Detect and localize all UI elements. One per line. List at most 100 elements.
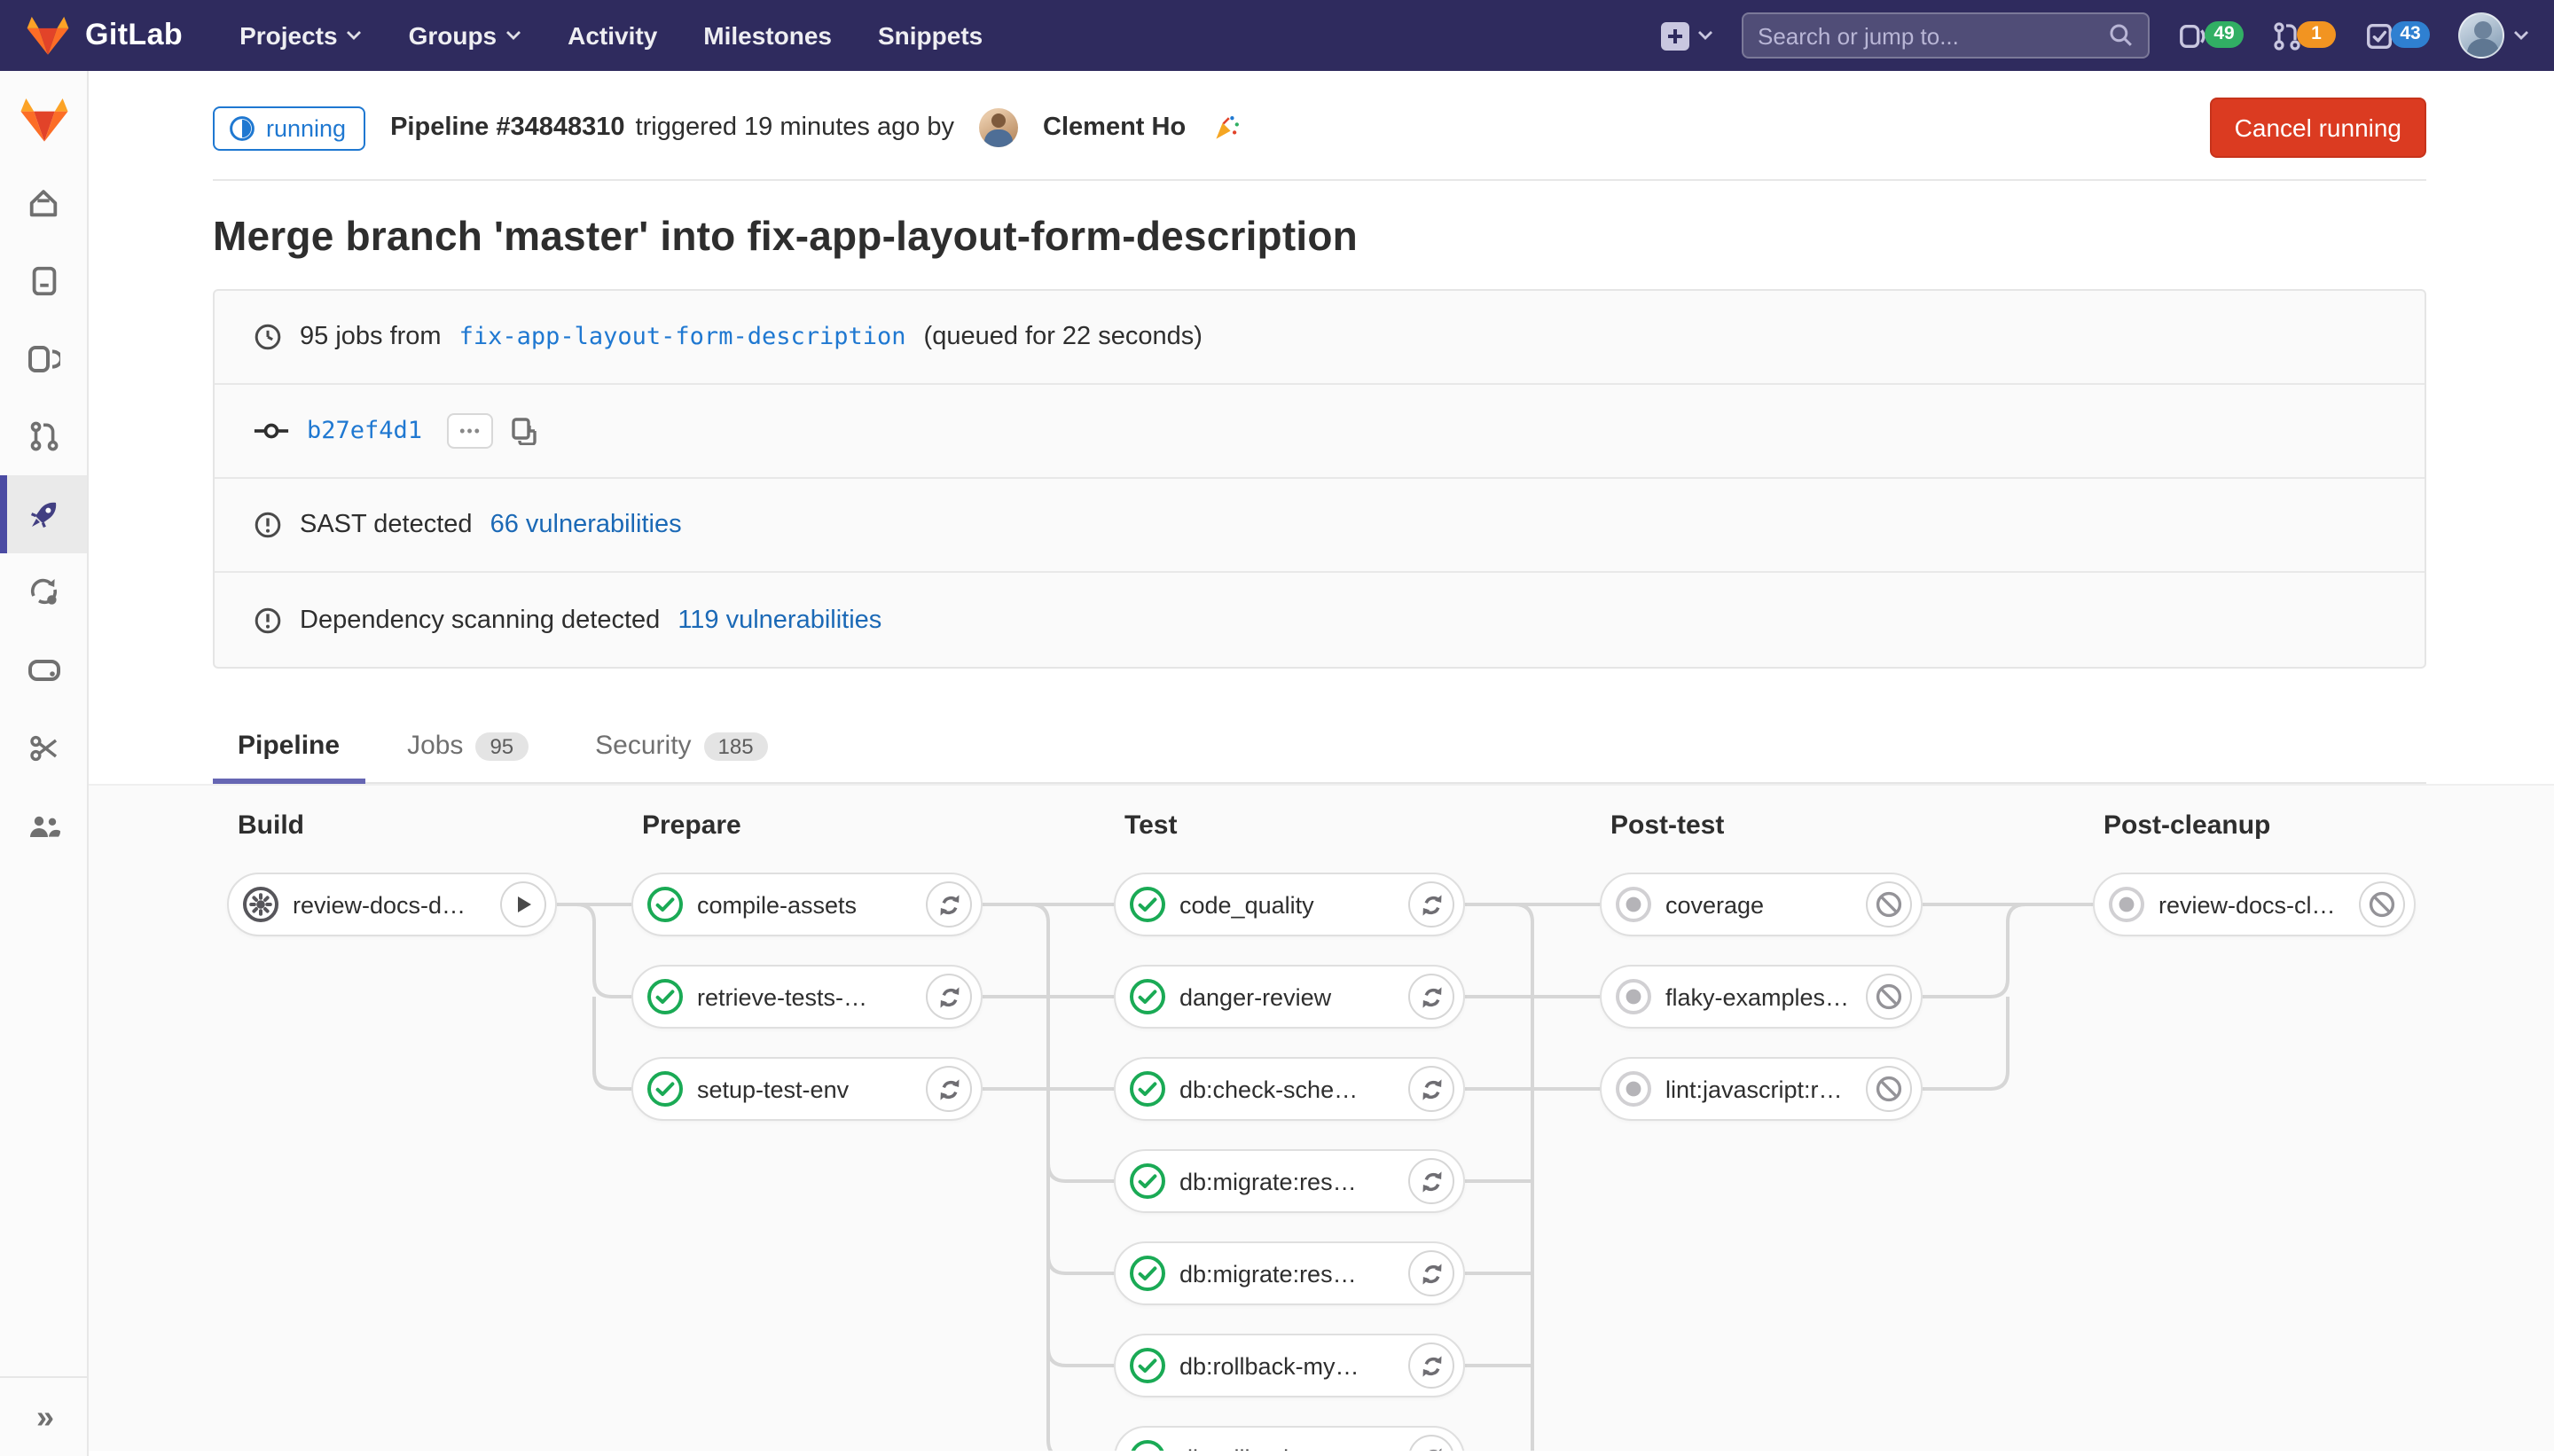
job-pill[interactable]: retrieve-tests-… (631, 965, 983, 1029)
tab-jobs[interactable]: Jobs 95 (382, 715, 552, 782)
job-pill[interactable]: db:migrate:res… (1114, 1149, 1465, 1213)
cancel-running-button[interactable]: Cancel running (2210, 98, 2426, 158)
job-label: db:check-sche… (1179, 1076, 1396, 1102)
job-pill[interactable]: code_quality (1114, 873, 1465, 936)
job-pill[interactable]: danger-review (1114, 965, 1465, 1029)
job-action (1408, 1066, 1454, 1112)
chevron-down-icon (347, 30, 363, 41)
rocket-icon (26, 497, 61, 532)
job-label: retrieve-tests-… (697, 983, 913, 1010)
retry-job-button[interactable] (1408, 1342, 1454, 1389)
status-success-icon (646, 977, 685, 1016)
nav-item-projects[interactable]: Projects (239, 21, 363, 50)
job-label: lint:javascript:r… (1665, 1076, 1853, 1102)
retry-job-button[interactable] (926, 881, 972, 928)
job-pill[interactable]: review-docs-cl… (2093, 873, 2416, 936)
project-sidebar: » (0, 71, 89, 1456)
pipeline-meta: Pipeline #34848310 triggered 19 minutes … (390, 114, 954, 142)
branch-link[interactable]: fix-app-layout-form-description (459, 323, 906, 351)
job-action (2359, 881, 2405, 928)
sidebar-item-registry[interactable] (0, 631, 87, 709)
gitlab-pipeline-page: GitLab Projects Groups Activity Mileston… (0, 0, 2554, 1456)
retry-job-button[interactable] (1408, 1250, 1454, 1296)
pipeline-tabs: Pipeline Jobs 95 Security 185 (213, 715, 2426, 784)
job-action (1408, 1250, 1454, 1296)
job-pill[interactable]: db:check-sche… (1114, 1057, 1465, 1121)
commit-sha-link[interactable]: b27ef4d1 (307, 417, 422, 445)
sidebar-item-issues[interactable] (0, 319, 87, 397)
status-manual-gear-icon (241, 885, 280, 924)
sidebar-item-merge-requests[interactable] (0, 397, 87, 475)
job-pill[interactable]: setup-test-env (631, 1057, 983, 1121)
sast-vulnerabilities-link[interactable]: 66 vulnerabilities (490, 511, 682, 539)
status-success-icon (646, 1069, 685, 1108)
cancel-job-button[interactable] (2359, 881, 2405, 928)
sidebar-collapse-button[interactable]: » (0, 1376, 87, 1456)
search-input[interactable] (1758, 22, 2109, 49)
cancel-job-button[interactable] (1866, 881, 1912, 928)
job-status (1128, 1069, 1167, 1108)
retry-job-button[interactable] (1408, 1158, 1454, 1204)
dependency-vulnerabilities-link[interactable]: 119 vulnerabilities (678, 606, 881, 634)
sidebar-item-operations[interactable] (0, 553, 87, 631)
sidebar-item-members[interactable] (0, 787, 87, 865)
retry-icon (1418, 1076, 1445, 1102)
job-pill[interactable]: lint:javascript:r… (1600, 1057, 1923, 1121)
new-menu-button[interactable] (1660, 20, 1713, 51)
sidebar-item-ci-cd[interactable] (0, 475, 87, 553)
user-menu[interactable] (2458, 12, 2529, 59)
cancel-job-button[interactable] (1866, 974, 1912, 1020)
stage-name: Prepare (642, 810, 983, 842)
retry-icon (936, 891, 962, 918)
job-pill[interactable]: db:migrate:res… (1114, 1241, 1465, 1305)
cancel-job-button[interactable] (1866, 1066, 1912, 1112)
copy-icon (512, 417, 538, 445)
play-job-button[interactable] (500, 881, 546, 928)
todos-counter[interactable]: 43 (2364, 20, 2430, 51)
job-pill[interactable]: flaky-examples… (1600, 965, 1923, 1029)
cancel-icon (1875, 890, 1903, 919)
job-pill[interactable]: review-docs-d… (227, 873, 557, 936)
retry-job-button[interactable] (1408, 881, 1454, 928)
sast-info-row: SAST detected 66 vulnerabilities (215, 479, 2425, 573)
retry-icon (936, 983, 962, 1010)
issues-count-badge: 49 (2205, 20, 2244, 47)
job-pill[interactable]: db:rollback-… (1114, 1426, 1465, 1451)
loop-gear-icon (26, 576, 61, 608)
tab-security[interactable]: Security 185 (570, 715, 792, 782)
gitlab-logo[interactable]: GitLab (25, 13, 183, 58)
retry-icon (1418, 1444, 1445, 1451)
job-pill[interactable]: compile-assets (631, 873, 983, 936)
expand-commit-button[interactable]: ••• (447, 413, 494, 449)
author-name[interactable]: Clement Ho (1043, 114, 1186, 142)
retry-job-button[interactable] (1408, 1435, 1454, 1451)
nav-item-snippets[interactable]: Snippets (878, 21, 983, 50)
job-action (1866, 881, 1912, 928)
nav-item-milestones[interactable]: Milestones (703, 21, 832, 50)
job-pill[interactable]: coverage (1600, 873, 1923, 936)
merge-requests-counter[interactable]: 1 (2272, 20, 2336, 51)
job-action (926, 974, 972, 1020)
job-status (1614, 1069, 1653, 1108)
author-avatar[interactable] (979, 108, 1018, 147)
sidebar-item-home[interactable] (0, 163, 87, 241)
retry-icon (1418, 891, 1445, 918)
job-label: db:rollback-… (1179, 1444, 1396, 1451)
retry-job-button[interactable] (926, 974, 972, 1020)
job-pill[interactable]: db:rollback-my… (1114, 1334, 1465, 1397)
stage-name: Post-test (1610, 810, 1923, 842)
copy-commit-button[interactable] (512, 417, 538, 445)
sidebar-item-snippets[interactable] (0, 709, 87, 787)
pipeline-status-badge: running (213, 106, 365, 150)
nav-item-groups[interactable]: Groups (409, 21, 522, 50)
sidebar-item-repository[interactable] (0, 241, 87, 319)
issues-counter[interactable]: 49 (2178, 20, 2244, 51)
retry-job-button[interactable] (926, 1066, 972, 1112)
retry-job-button[interactable] (1408, 974, 1454, 1020)
nav-item-activity[interactable]: Activity (568, 21, 657, 50)
stage-jobs: code_quality danger-review db:chec (1114, 873, 1465, 1451)
sidebar-project-logo[interactable] (0, 71, 87, 163)
retry-job-button[interactable] (1408, 1066, 1454, 1112)
tab-pipeline[interactable]: Pipeline (213, 715, 364, 782)
issues-icon (2178, 20, 2208, 51)
